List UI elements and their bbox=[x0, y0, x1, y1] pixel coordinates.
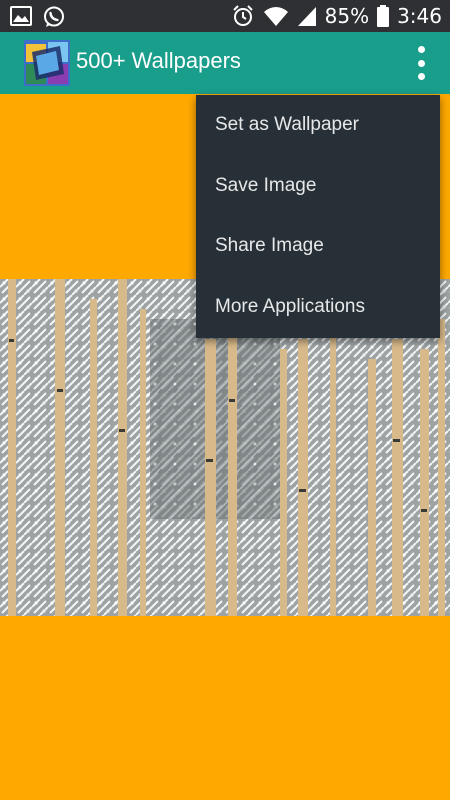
app-logo-icon bbox=[24, 40, 70, 86]
battery-icon bbox=[377, 5, 390, 27]
image-icon bbox=[10, 5, 32, 29]
whatsapp-icon bbox=[42, 5, 66, 29]
alarm-icon bbox=[231, 4, 255, 28]
app-bar: 500+ Wallpapers bbox=[0, 32, 450, 94]
status-bar: 85% 3:46 bbox=[0, 0, 450, 32]
clock: 3:46 bbox=[397, 4, 442, 28]
signal-icon bbox=[297, 5, 317, 27]
wifi-icon bbox=[263, 5, 289, 27]
app-title: 500+ Wallpapers bbox=[76, 48, 241, 73]
menu-item-save-image[interactable]: Save Image bbox=[196, 156, 440, 217]
menu-item-share-image[interactable]: Share Image bbox=[196, 216, 440, 277]
menu-item-set-as-wallpaper[interactable]: Set as Wallpaper bbox=[196, 95, 440, 156]
overflow-menu: Set as Wallpaper Save Image Share Image … bbox=[196, 95, 440, 338]
menu-item-more-applications[interactable]: More Applications bbox=[196, 277, 440, 338]
battery-percent: 85% bbox=[324, 4, 370, 28]
more-vert-icon[interactable] bbox=[414, 46, 428, 80]
